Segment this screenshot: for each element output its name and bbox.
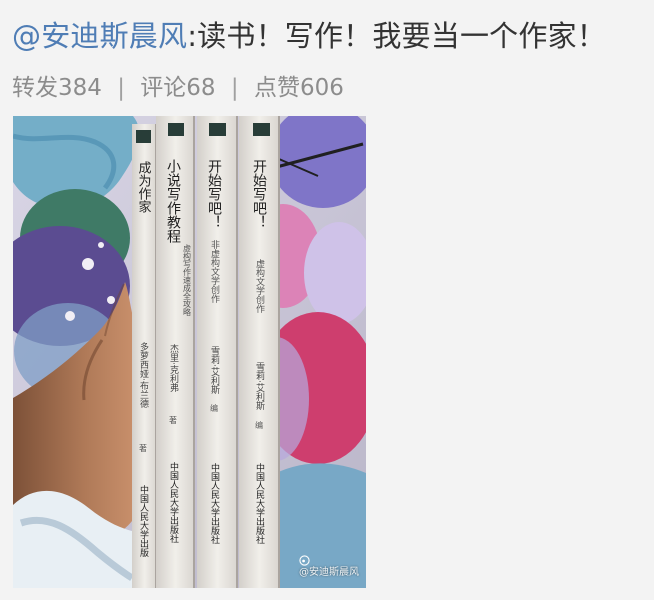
- book-spine-2: 小说写作教程 虚构写作速成全攻略 杰里·克利弗 著 中国人民大学出版社: [156, 116, 195, 588]
- post-stats: 转发384 | 评论68 | 点赞606: [12, 72, 344, 104]
- book-logo-icon: [136, 130, 151, 143]
- photo-scene: 成为作家 多萝西娅·布兰德 著 中国人民大学出版 小说写作教程 虚构写作速成全攻…: [13, 116, 366, 588]
- user-mention-link[interactable]: @安迪斯晨风: [12, 19, 187, 53]
- photo-watermark: @安迪斯晨风: [299, 555, 359, 580]
- book-logo-icon: [253, 123, 270, 136]
- post-text: @安迪斯晨风:读书！写作！我要当一个作家！: [12, 14, 642, 64]
- book-author-2: 杰里·克利弗: [168, 343, 179, 393]
- stats-separator: |: [230, 75, 239, 101]
- book-spine-1: 成为作家 多萝西娅·布兰德 著 中国人民大学出版: [132, 124, 157, 588]
- book-author-1: 多萝西娅·布兰德: [138, 341, 149, 409]
- book-title-3: 开始写吧！: [206, 159, 222, 229]
- book-publisher-4: 中国人民大学出版社: [254, 462, 265, 545]
- book-spine-shadow: [193, 116, 195, 588]
- post-body: :读书！写作！我要当一个作家！: [187, 19, 606, 53]
- book-role-4: 编: [255, 420, 264, 430]
- book-spine-3: 开始写吧！ 非虚构文学创作 雪莉·艾利斯 编 中国人民大学出版社: [197, 116, 238, 588]
- book-subtitle-4: 虚构文学创作: [254, 258, 265, 314]
- book-role-3: 编: [210, 403, 219, 413]
- comment-count[interactable]: 评论68: [140, 72, 215, 104]
- book-publisher-3: 中国人民大学出版社: [209, 462, 220, 545]
- book-title-4: 开始写吧！: [251, 159, 267, 229]
- white-flower-mark: [98, 242, 104, 248]
- book-role-2: 著: [169, 415, 178, 425]
- stats-separator: |: [117, 75, 125, 101]
- book-spine-4: 开始写吧！ 虚构文学创作 雪莉·艾利斯 编 中国人民大学出版社: [239, 116, 280, 588]
- white-flower-mark: [65, 311, 75, 321]
- weibo-post-page: @安迪斯晨风:读书！写作！我要当一个作家！ 转发384 | 评论68 | 点赞6…: [0, 0, 654, 600]
- repost-count[interactable]: 转发384: [12, 72, 102, 104]
- white-flower-mark: [107, 296, 115, 304]
- book-spine-shadow: [278, 116, 280, 588]
- book-author-3: 雪莉·艾利斯: [209, 346, 220, 395]
- book-spine-shadow: [236, 116, 238, 588]
- like-count[interactable]: 点赞606: [254, 72, 344, 104]
- book-logo-icon: [209, 123, 226, 136]
- book-role-1: 著: [139, 443, 148, 453]
- watermark-text: @安迪斯晨风: [299, 567, 359, 578]
- book-subtitle-3: 非虚构文学创作: [209, 239, 220, 304]
- book-publisher-1: 中国人民大学出版: [138, 484, 149, 558]
- book-author-4: 雪莉·艾利斯: [254, 362, 265, 411]
- book-title-2: 小说写作教程: [165, 159, 181, 244]
- book-subtitle-2: 虚构写作速成全攻略: [183, 243, 192, 316]
- book-title-1: 成为作家: [136, 161, 152, 213]
- post-photo[interactable]: 成为作家 多萝西娅·布兰德 著 中国人民大学出版 小说写作教程 虚构写作速成全攻…: [13, 116, 366, 588]
- book-logo-icon: [168, 123, 184, 136]
- book-publisher-2: 中国人民大学出版社: [168, 461, 179, 544]
- weibo-icon: [299, 555, 310, 566]
- white-flower-mark: [82, 258, 94, 270]
